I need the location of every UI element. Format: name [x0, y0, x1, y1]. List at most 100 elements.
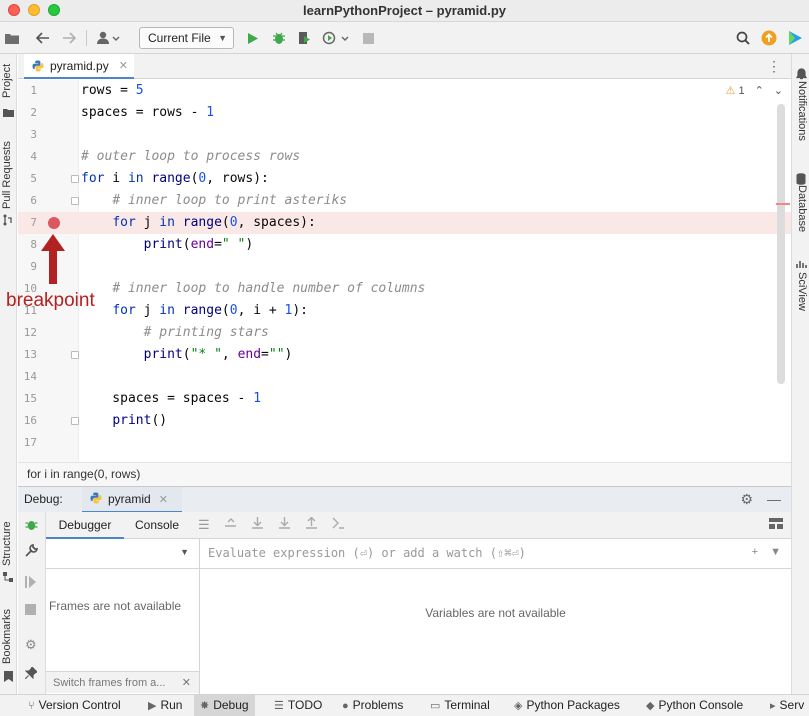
pull-request-icon[interactable] [2, 210, 14, 230]
switch-frames-hint: Switch frames from a... ✕ [46, 671, 199, 693]
debugger-subtab-bar: Debugger Console ☰ [46, 512, 791, 539]
profile-icon[interactable] [321, 28, 351, 48]
stop-icon[interactable] [25, 603, 36, 618]
editor-tab-pyramid[interactable]: pyramid.py ✕ [24, 54, 134, 79]
pull-requests-tool-tab[interactable]: Pull Requests [1, 141, 13, 209]
show-execution-point-icon[interactable] [224, 517, 237, 533]
frames-panel: ▼ Frames are not available Switch frames… [46, 539, 200, 694]
title-bar: learnPythonProject – pyramid.py [0, 0, 809, 22]
chevron-down-icon: ▼ [218, 33, 227, 43]
more-options-icon[interactable]: ⋮ [767, 58, 781, 75]
close-tab-icon[interactable]: ✕ [119, 59, 128, 72]
services-tab[interactable]: ▸ Serv [770, 695, 804, 716]
close-tab-icon[interactable]: ✕ [159, 493, 168, 506]
resume-program-icon[interactable] [25, 576, 36, 591]
tab-console[interactable]: Console [124, 512, 190, 539]
version-control-tab[interactable]: ⑂ Version Control [28, 695, 121, 716]
run-button[interactable] [245, 28, 261, 48]
fold-marker-icon[interactable] [71, 351, 79, 359]
terminal-tab[interactable]: ▭ Terminal [430, 695, 490, 716]
frames-empty-message: Frames are not available [49, 599, 182, 613]
notifications-tool-tab[interactable]: Notifications [796, 81, 808, 141]
problems-tab[interactable]: ● Problems [342, 695, 403, 716]
debug-button[interactable] [271, 28, 287, 48]
rerun-debug-icon[interactable] [25, 518, 38, 534]
services-icon: ▸ [770, 700, 776, 712]
chevron-down-icon[interactable]: ▼ [770, 546, 781, 558]
thread-selector[interactable]: ▼ [46, 539, 199, 569]
run-with-coverage-icon[interactable] [296, 28, 312, 48]
list-menu-icon[interactable]: ☰ [198, 517, 210, 533]
add-watch-icon[interactable]: + [752, 546, 758, 558]
chevron-down-icon: ▼ [180, 547, 189, 557]
evaluate-expression-placeholder: Evaluate expression (⏎) or add a watch (… [208, 546, 526, 560]
code-line: 9 [30, 260, 37, 273]
layout-settings-icon[interactable] [769, 517, 783, 532]
play-icon: ▶ [148, 700, 157, 712]
run-configuration-select[interactable]: Current File ▼ [139, 27, 234, 49]
folder-icon[interactable] [2, 102, 14, 122]
code-line: 14 [23, 370, 37, 383]
pin-icon[interactable] [24, 666, 38, 682]
fold-marker-icon[interactable] [71, 197, 79, 205]
forward-arrow-icon[interactable] [60, 28, 78, 48]
project-tool-tab[interactable]: Project [1, 64, 13, 98]
variables-panel: Evaluate expression (⏎) or add a watch (… [200, 539, 791, 694]
code-line: 11 for j in range(0, i + 1): [23, 303, 309, 318]
breakpoint-scroll-marker [776, 203, 790, 205]
run-to-cursor-icon[interactable] [332, 517, 345, 533]
wrench-icon[interactable] [25, 544, 38, 560]
run-tab[interactable]: ▶ Run [148, 695, 182, 716]
breakpoint-icon[interactable] [48, 217, 60, 229]
debug-session-tab[interactable]: pyramid ✕ [82, 487, 182, 513]
bookmark-icon[interactable] [3, 666, 13, 686]
step-out-icon[interactable] [305, 516, 318, 533]
code-line: 16 print() [23, 413, 168, 428]
code-line: 12 # printing stars [23, 325, 269, 340]
structure-tool-tab[interactable]: Structure [1, 521, 13, 566]
code-line: 6 # inner loop to print asteriks [30, 193, 348, 208]
debug-tab[interactable]: ✸ Debug [194, 695, 255, 716]
variables-empty-message: Variables are not available [425, 606, 566, 620]
sciview-icon[interactable] [795, 254, 807, 274]
fold-marker-icon[interactable] [71, 417, 79, 425]
fold-marker-icon[interactable] [71, 175, 79, 183]
search-icon[interactable] [735, 28, 751, 48]
code-with-me-icon[interactable] [786, 28, 804, 48]
bookmarks-tool-tab[interactable]: Bookmarks [1, 609, 13, 664]
editor-tab-bar: pyramid.py ✕ ⋮ [18, 54, 791, 79]
python-packages-tab[interactable]: ◈ Python Packages [514, 695, 620, 716]
structure-icon[interactable] [2, 567, 14, 587]
database-tool-tab[interactable]: Database [796, 185, 808, 232]
code-line: 10 # inner loop to handle number of colu… [23, 281, 426, 296]
user-account-icon[interactable] [94, 28, 122, 48]
python-file-icon [90, 492, 102, 507]
tab-debugger[interactable]: Debugger [46, 512, 124, 539]
editor-scrollbar[interactable] [777, 104, 785, 384]
debug-actions-strip: ⚙ [18, 512, 46, 694]
python-icon: ◆ [646, 700, 655, 712]
gear-icon[interactable]: ⚙ [740, 491, 753, 508]
stop-icon[interactable] [361, 28, 375, 48]
step-into-icon[interactable] [278, 517, 291, 533]
code-line: 2 spaces = rows - 1 [30, 105, 215, 120]
minimize-panel-icon[interactable]: — [767, 491, 781, 508]
main-toolbar: Current File ▼ [0, 22, 809, 54]
settings-icon[interactable]: ⚙ [25, 637, 37, 653]
bug-icon: ✸ [200, 700, 210, 712]
code-line-breakpoint: 7 for j in range(0, spaces): [18, 212, 791, 234]
todo-tab[interactable]: ☰ TODO [274, 695, 322, 716]
folder-icon[interactable] [4, 28, 20, 48]
back-arrow-icon[interactable] [34, 28, 52, 48]
update-icon[interactable] [761, 28, 777, 48]
breakpoint-annotation: breakpoint [6, 290, 95, 311]
close-hint-icon[interactable]: ✕ [182, 672, 191, 694]
terminal-icon: ▭ [430, 700, 441, 712]
code-editor[interactable]: ⚠ 1 ⌃ ⌄ 1 rows = 5 2 spaces = rows - 1 3 4… [18, 80, 791, 462]
breadcrumb[interactable]: for i in range(0, rows) [18, 462, 791, 486]
evaluate-expression-input[interactable]: Evaluate expression (⏎) or add a watch (… [200, 539, 791, 569]
code-line: 3 [30, 128, 37, 141]
step-over-icon[interactable] [251, 517, 264, 533]
python-console-tab[interactable]: ◆ Python Console [646, 695, 743, 716]
sciview-tool-tab[interactable]: SciView [796, 272, 808, 311]
